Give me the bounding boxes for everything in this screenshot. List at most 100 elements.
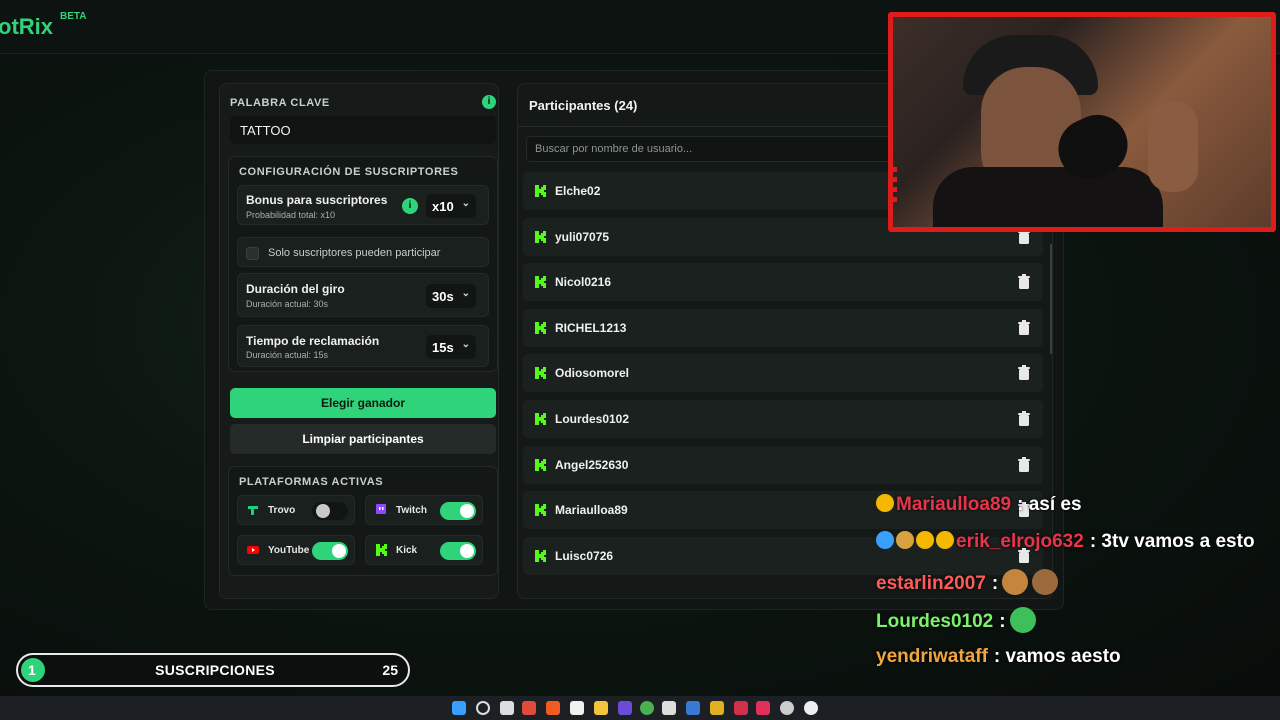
kick-icon [535,367,546,380]
chat-text: : [999,611,1006,632]
kick-toggle[interactable] [440,542,476,560]
app-icon[interactable] [710,701,724,715]
chat-username: Mariaulloa89 [896,494,1012,515]
brave-icon[interactable] [546,701,560,715]
platform-trovo: Trovo [237,495,355,525]
chat-text: : así es [1017,494,1082,515]
trash-icon[interactable] [1017,319,1031,336]
app-icon[interactable] [756,701,770,715]
info-icon[interactable]: i [482,95,496,109]
kick-icon [535,185,546,197]
chat-message: Mariaulloa89: así es [876,494,1082,524]
claim-row: Tiempo de reclamación Duración actual: 1… [237,325,489,367]
participant-name: Luisc0726 [555,548,614,563]
chat-username: Lourdes0102 [876,611,994,632]
cam-hand [1148,102,1198,192]
gold-1-badge-icon [916,531,934,549]
search-icon[interactable] [476,701,490,715]
scrollbar[interactable] [1050,244,1052,354]
chat-message: Lourdes0102: [876,607,1036,637]
browser-icon[interactable] [640,701,654,715]
duration-title: Duración del giro [246,282,345,296]
only-subs-checkbox[interactable] [246,247,259,260]
platform-youtube: YouTube [237,535,355,565]
pick-winner-button[interactable]: Elegir ganador [230,388,496,418]
kick-icon [535,230,546,243]
kick-icon [535,276,546,289]
subscriber-config-title: CONFIGURACIÓN DE SUSCRIPTORES [239,166,459,178]
emote-kekw-icon [1032,569,1059,595]
chat-overlay: Mariaulloa89: así es erik_elrojo632: 3tv … [872,490,1280,680]
claim-value: 15s [432,340,454,355]
subscriber-config-section: CONFIGURACIÓN DE SUSCRIPTORES Bonus para… [228,156,498,372]
youtube-toggle[interactable] [312,542,348,560]
settings-icon[interactable] [804,701,818,715]
chevron-down-icon: ⌄ [461,288,470,299]
chrome-icon[interactable] [522,701,536,715]
trash-icon[interactable] [1017,365,1031,381]
participants-title: Participantes (24) [529,98,638,113]
claim-select[interactable]: 15s ⌄ [426,335,476,359]
trash-icon[interactable] [1017,274,1031,290]
app-icon[interactable] [780,701,794,715]
app-icon[interactable] [618,701,632,715]
kick-icon [535,412,546,425]
bonus-select[interactable]: x10 ⌄ [426,194,476,218]
participant-name: Odiosomorel [555,366,630,381]
chat-username: erik_elrojo632 [956,531,1084,552]
settings-panel: PALABRA CLAVE i TATTOO CONFIGURACIÓN DE … [219,83,499,599]
only-subs-label: Solo suscriptores pueden participar [268,247,441,259]
bonus-info-icon[interactable]: i [402,198,418,214]
platform-name: Kick [396,545,418,556]
chat-username: estarlin2007 [876,573,986,594]
chevron-down-icon: ⌄ [461,198,470,209]
bonus-subtitle: Probabilidad total: x10 [246,210,336,220]
trovo-toggle[interactable] [312,502,348,520]
duration-value: 30s [432,289,454,304]
chat-username: yendriwataff [876,646,988,667]
diamond-badge-icon [896,531,914,549]
duration-select[interactable]: 30s ⌄ [426,284,476,308]
app-icon[interactable] [686,701,700,715]
store-icon[interactable] [570,701,584,715]
twitch-toggle[interactable] [440,502,476,520]
participant-row: RICHEL1213 [523,308,1043,347]
crown-badge-icon [936,531,954,549]
keyword-input[interactable]: TATTOO [230,116,496,144]
only-subs-row[interactable]: Solo suscriptores pueden participar [237,237,489,267]
platforms-title: PLATAFORMAS ACTIVAS [239,476,384,488]
kick-icon [376,544,387,556]
kick-icon [535,321,546,334]
emote-1-icon [1002,569,1029,595]
trash-icon[interactable] [1017,410,1031,427]
taskbar [0,696,1280,720]
app-icon[interactable] [734,701,748,715]
platform-name: Twitch [396,505,427,516]
task-view-icon[interactable] [500,701,514,715]
app-icon[interactable] [662,701,676,715]
webcam-overlay [888,12,1276,232]
chat-message: estarlin2007: [876,569,1059,599]
keyword-title: PALABRA CLAVE [230,97,330,109]
start-icon[interactable] [452,701,466,715]
clear-participants-button[interactable]: Limpiar participantes [230,424,496,454]
youtube-icon [247,546,259,554]
participant-name: Elche02 [555,184,601,198]
participant-row: Nicol0216 [523,263,1043,302]
participant-row: Odiosomorel [523,354,1043,393]
brand-logo[interactable]: otRix BETA [0,11,86,40]
trash-icon[interactable] [1017,456,1031,473]
folder-icon[interactable] [594,701,608,715]
brand-name: otRix [0,14,53,39]
hammer-badge-icon [876,531,894,549]
twitch-icon [376,504,386,514]
chat-message: yendriwataff: vamos aesto [876,646,1121,676]
bonus-row: Bonus para suscriptores Probabilidad tot… [237,185,489,225]
participant-name: Lourdes0102 [555,411,630,426]
kick-icon [535,458,546,471]
chat-message: erik_elrojo632: 3tv vamos a esto [876,531,1255,561]
participant-name: yuli07075 [555,229,610,244]
platform-twitch: Twitch [365,495,483,525]
platform-name: Trovo [268,505,296,516]
participant-name: Angel252630 [555,457,629,472]
